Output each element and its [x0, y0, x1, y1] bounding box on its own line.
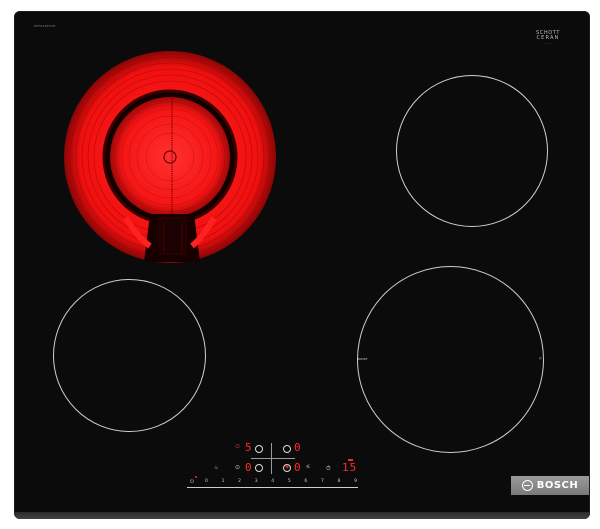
front-right-marker-icon: ◎: [539, 356, 542, 360]
slider-num-1[interactable]: 1: [222, 479, 225, 484]
power-indicator-dot: [195, 476, 197, 478]
rear-right-zone[interactable]: [396, 75, 548, 227]
power-slider[interactable]: 0 1 2 3 4 5 6 7 8 9: [187, 479, 358, 489]
power-level-display-top-left: 5: [245, 441, 252, 454]
brand-name: BOSCH: [536, 480, 579, 491]
model-number: PKF645FP1E: [34, 24, 56, 28]
zone-indicator-icon: ⊙: [235, 443, 241, 450]
ceran-text: CERAN: [536, 35, 560, 41]
slider-num-0[interactable]: 0: [205, 479, 208, 484]
timer-icon[interactable]: ⏱: [326, 465, 331, 473]
power-level-display-top-right: 0: [294, 441, 301, 454]
zone-indicator-bottom-icon: ⊙: [235, 464, 241, 471]
front-left-zone[interactable]: [53, 279, 206, 432]
slider-num-5[interactable]: 5: [288, 479, 291, 484]
power-level-display-bottom-right: 0: [294, 461, 301, 474]
slider-num-3[interactable]: 3: [255, 479, 258, 484]
timer-display: 15: [342, 461, 358, 474]
slider-num-7[interactable]: 7: [321, 479, 324, 484]
bosch-logo-icon: [521, 480, 533, 491]
zone-select-top-left-button[interactable]: [255, 445, 263, 453]
brand-plate: BOSCH: [511, 476, 589, 495]
control-divider-horizontal: [251, 458, 295, 459]
power-level-display-bottom-left: 0: [245, 461, 252, 474]
slider-num-6[interactable]: 6: [304, 479, 307, 484]
zone-indicator-right-icon: ◉: [285, 464, 290, 470]
slider-num-9[interactable]: 9: [354, 479, 357, 484]
slider-num-2[interactable]: 2: [238, 479, 241, 484]
slider-track: [187, 487, 358, 488]
boost-label: BOOST: [357, 357, 368, 361]
slider-num-8[interactable]: 8: [338, 479, 341, 484]
hob-front-edge: [14, 512, 590, 519]
zone-select-top-right-button[interactable]: [283, 445, 291, 453]
timer-active-dot: [348, 459, 353, 461]
front-right-zone[interactable]: [357, 266, 544, 453]
keep-warm-icon[interactable]: ♨: [214, 465, 218, 471]
slider-numbers: 0 1 2 3 4 5 6 7 8 9: [205, 479, 357, 484]
cooktop-glass: PKF645FP1E SCHOTT CERAN ———— BOOST ◎: [14, 11, 590, 519]
schott-underline: ————: [544, 43, 552, 45]
slider-num-4[interactable]: 4: [271, 479, 274, 484]
zone-select-bottom-left-button[interactable]: [255, 464, 263, 472]
schott-ceran-logo: SCHOTT CERAN ————: [528, 31, 568, 47]
extra-zone-icon[interactable]: ⚟: [306, 464, 310, 470]
